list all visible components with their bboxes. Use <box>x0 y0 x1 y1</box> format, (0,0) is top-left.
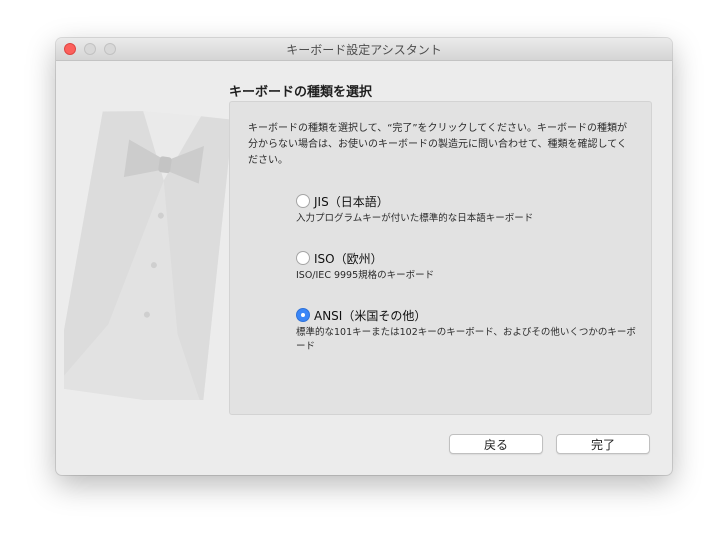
keyboard-type-panel: キーボードの種類を選択して、“完了”をクリックしてください。キーボードの種類が分… <box>229 101 652 415</box>
assistant-window: キーボード設定アシスタント キーボードの種類を選択 キーボードの種類を選択して、… <box>56 38 672 475</box>
ansi-label[interactable]: ANSI（米国その他） <box>314 307 426 324</box>
page-heading: キーボードの種類を選択 <box>229 85 373 100</box>
option-jis[interactable]: JIS（日本語） 入力プログラムキーが付いた標準的な日本語キーボード <box>296 192 636 226</box>
back-button[interactable]: 戻る <box>449 434 543 454</box>
ansi-radio[interactable] <box>296 308 310 322</box>
ansi-description: 標準的な101キーまたは102キーのキーボード、およびその他いくつかのキーボード <box>296 327 636 352</box>
option-iso[interactable]: ISO（欧州） ISO/IEC 9995規格のキーボード <box>296 249 636 283</box>
jis-label[interactable]: JIS（日本語） <box>314 193 389 210</box>
window-title: キーボード設定アシスタント <box>286 43 442 57</box>
done-button[interactable]: 完了 <box>556 434 650 454</box>
title-bar[interactable]: キーボード設定アシスタント <box>56 38 672 61</box>
iso-description: ISO/IEC 9995規格のキーボード <box>296 270 435 281</box>
iso-radio[interactable] <box>296 251 310 265</box>
jis-radio[interactable] <box>296 194 310 208</box>
iso-label[interactable]: ISO（欧州） <box>314 250 383 267</box>
option-ansi[interactable]: ANSI（米国その他） 標準的な101キーまたは102キーのキーボード、およびそ… <box>296 306 636 354</box>
tuxedo-illustration <box>64 111 233 400</box>
instructions-text: キーボードの種類を選択して、“完了”をクリックしてください。キーボードの種類が分… <box>248 123 627 166</box>
jis-description: 入力プログラムキーが付いた標準的な日本語キーボード <box>296 213 534 224</box>
